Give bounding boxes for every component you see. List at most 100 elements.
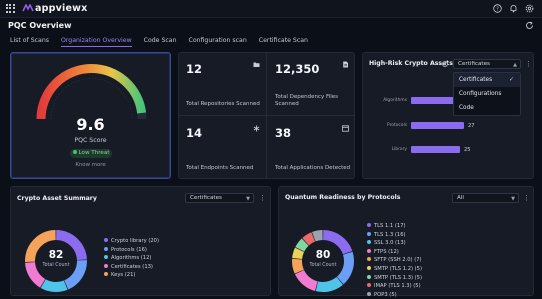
legend-label: SFTP (SSH 2.0) (7) <box>374 257 422 264</box>
quantum-readiness-card: Quantum Readiness by Protocols All ▼ ⋮ 8… <box>278 186 534 299</box>
legend-dot-icon <box>104 255 108 260</box>
bar-label: Library <box>391 147 407 152</box>
tab-code-scan[interactable]: Code Scan <box>144 37 177 47</box>
legend-label: FTPS (12) <box>374 248 399 255</box>
top-bar: appviewx ? <box>0 0 542 18</box>
stat-repositories: 12 Total Repositories Scanned <box>179 53 267 115</box>
tab-certificate-scan[interactable]: Certificate Scan <box>259 37 308 47</box>
legend-label: POP3 (5) <box>374 291 397 298</box>
help-icon[interactable]: ? <box>493 4 502 13</box>
asterisk-icon <box>253 125 260 132</box>
dropdown-option-configurations[interactable]: Configurations <box>454 87 520 101</box>
app-window-icon <box>342 125 349 132</box>
bar-value: 25 <box>464 147 471 153</box>
quantum-filter-select[interactable]: All ▼ <box>452 193 519 203</box>
legend-dot-icon <box>367 240 371 245</box>
legend-dot-icon <box>367 248 371 253</box>
summary-filter-select[interactable]: Certificates ▼ <box>185 193 254 203</box>
bell-icon[interactable] <box>509 4 518 13</box>
select-value: Certificates <box>458 61 490 67</box>
bar-library <box>411 146 460 153</box>
more-options-icon[interactable]: ⋮ <box>259 193 266 203</box>
folder-icon <box>253 62 260 67</box>
legend-item: FTPS (12) <box>367 248 422 258</box>
legend-item: Algorithms (12) <box>104 255 159 264</box>
chevron-down-icon: ▼ <box>246 196 250 202</box>
tab-organization-overview[interactable]: Organization Overview <box>60 37 132 47</box>
donut-total-label: Total Count <box>42 263 70 268</box>
app-grid-icon[interactable] <box>6 4 15 13</box>
option-label: Certificates <box>459 77 493 83</box>
risk-filter-dropdown: Certificates ✓ Configurations Code <box>453 72 521 116</box>
legend-label: TLS 1.1 (17) <box>374 223 406 229</box>
page-title: PQC Overview <box>8 21 72 30</box>
legend-label: Algorithms (12) <box>111 255 152 262</box>
donut-total-value: 80 <box>315 249 331 261</box>
chevron-up-icon: ▲ <box>513 62 517 68</box>
legend-label: SMTP (TLS 1.3) (5) <box>374 274 423 281</box>
tab-list-of-scans[interactable]: List of Scans <box>10 37 49 47</box>
legend-item: Certificates (13) <box>104 263 159 273</box>
card-title: High-Risk Crypto Assets <box>369 60 453 67</box>
legend-label: Certificates (13) <box>111 263 153 270</box>
quantum-legend: TLS 1.1 (17) TLS 1.3 (16) SSL 3.0 (13) FTPS… <box>367 223 422 299</box>
select-value: All <box>457 195 464 201</box>
legend-dot-icon <box>367 265 371 270</box>
stat-applications: 38 Total Applications Detected <box>268 117 356 179</box>
legend-dot-icon <box>367 257 371 262</box>
card-title: Quantum Readiness by Protocols <box>285 194 401 201</box>
legend-dot-icon <box>367 223 371 227</box>
more-options-icon[interactable]: ⋮ <box>523 193 530 203</box>
legend-label: SMTP (TLS 1.2) (5) <box>374 265 423 272</box>
crypto-asset-summary-card: Crypto Asset Summary Certificates ▼ ⋮ 82… <box>10 186 271 296</box>
legend-item: TLS 1.3 (16) <box>367 231 422 241</box>
stat-value: 14 <box>186 126 203 140</box>
donut-total-value: 82 <box>48 249 64 261</box>
donut-total-label: Total Count <box>309 263 337 268</box>
legend-dot-icon <box>367 231 371 236</box>
stat-dependency-files: 12,350 Total Dependency Files Scanned <box>268 53 356 115</box>
tab-configuration-scan[interactable]: Configuration scan <box>189 37 247 47</box>
pqc-gauge <box>36 64 147 120</box>
know-more-link[interactable]: Know more <box>11 162 170 168</box>
stat-label: Total Applications Detected <box>275 165 351 171</box>
logo-mark-icon <box>22 4 34 12</box>
legend-dot-icon <box>367 274 371 279</box>
app-logo: appviewx <box>22 3 87 14</box>
quantum-readiness-donut-chart <box>292 230 354 292</box>
refresh-icon[interactable] <box>525 21 534 30</box>
pqc-score-label: PQC Score <box>74 137 107 144</box>
legend-dot-icon <box>104 238 108 242</box>
legend-item: Keys (21) <box>104 272 159 281</box>
legend-item: SFTP (SSH 2.0) (7) <box>367 257 422 266</box>
legend-label: TLS 1.3 (16) <box>374 231 406 238</box>
dropdown-option-certificates[interactable]: Certificates ✓ <box>454 73 520 87</box>
option-label: Configurations <box>459 91 502 97</box>
settings-gear-icon[interactable] <box>525 4 534 13</box>
legend-label: Protocols (16) <box>111 246 147 253</box>
threat-status-badge: Low Threat <box>70 149 112 158</box>
summary-legend: Crypto library (20) Protocols (16) Algorit… <box>104 238 159 281</box>
pqc-score-card: 9.6 PQC Score Low Threat Know more <box>10 52 171 179</box>
pqc-score-value: 9.6 <box>76 115 105 134</box>
stats-divider <box>178 115 355 116</box>
risk-filter-select[interactable]: Certificates ▲ <box>453 59 521 69</box>
legend-dot-icon <box>104 246 108 251</box>
option-label: Code <box>459 105 474 111</box>
legend-dot-icon <box>104 272 108 277</box>
legend-item: SSL 3.0 (13) <box>367 240 422 249</box>
legend-item: SMTP (TLS 1.3) (5) <box>367 274 423 284</box>
legend-dot-icon <box>367 291 371 296</box>
legend-label: IMAP (TLS 1.3) (5) <box>374 283 421 290</box>
dropdown-option-code[interactable]: Code <box>454 101 520 115</box>
legend-item: Protocols (16) <box>104 246 159 256</box>
bar-value: 27 <box>468 123 475 129</box>
chevron-down-icon: ▼ <box>511 196 515 202</box>
stat-value: 12,350 <box>275 62 320 76</box>
legend-item: Crypto library (20) <box>104 238 159 247</box>
legend-item: SMTP (TLS 1.2) (5) <box>367 265 423 275</box>
legend-item: IMAP (TLS 1.3) (5) <box>367 283 422 292</box>
info-icon[interactable]: i <box>442 61 448 67</box>
threat-status-text: Low Threat <box>78 150 110 156</box>
more-options-icon[interactable]: ⋮ <box>525 59 532 69</box>
